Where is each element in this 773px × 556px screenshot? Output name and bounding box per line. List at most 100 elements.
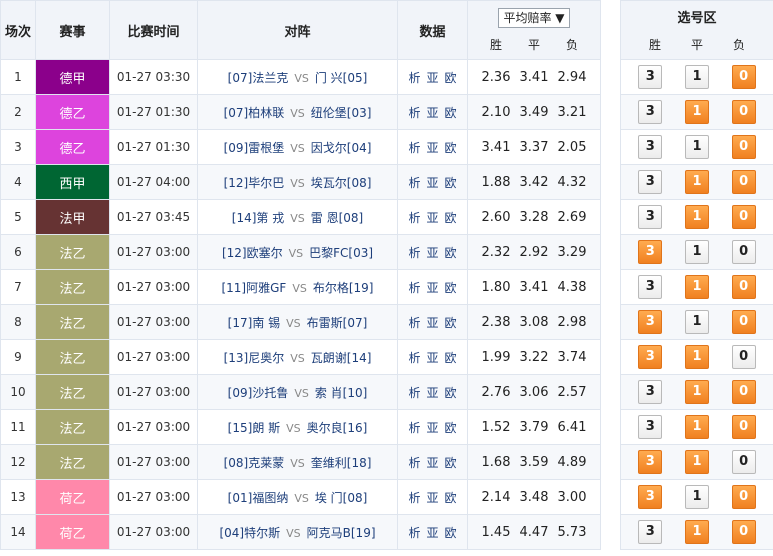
- home-team[interactable]: 阿雅GF: [246, 281, 286, 295]
- select-draw-button[interactable]: 1: [684, 450, 709, 474]
- away-team[interactable]: 阿克马B: [307, 526, 351, 540]
- select-win-button[interactable]: 3: [638, 450, 663, 474]
- select-win-button[interactable]: 3: [638, 100, 663, 124]
- home-team[interactable]: 第 戎: [256, 211, 284, 225]
- select-lose-button[interactable]: 0: [731, 450, 756, 474]
- select-draw-button[interactable]: 1: [684, 240, 709, 264]
- select-win-button[interactable]: 3: [638, 520, 663, 544]
- select-lose-button[interactable]: 0: [731, 100, 756, 124]
- analysis-link[interactable]: 析: [408, 351, 420, 365]
- home-team[interactable]: 朗 斯: [252, 421, 280, 435]
- away-team[interactable]: 雷 恩: [311, 211, 339, 225]
- select-lose-button[interactable]: 0: [731, 135, 756, 159]
- asian-odds-link[interactable]: 亚: [426, 316, 438, 330]
- select-lose-button[interactable]: 0: [731, 310, 756, 334]
- analysis-link[interactable]: 析: [408, 176, 420, 190]
- select-lose-button[interactable]: 0: [731, 205, 756, 229]
- home-team[interactable]: 福图纳: [252, 491, 288, 505]
- select-draw-button[interactable]: 1: [684, 310, 709, 334]
- asian-odds-link[interactable]: 亚: [426, 386, 438, 400]
- euro-odds-link[interactable]: 欧: [445, 456, 457, 470]
- euro-odds-link[interactable]: 欧: [445, 246, 457, 260]
- select-draw-button[interactable]: 1: [684, 485, 709, 509]
- select-lose-button[interactable]: 0: [731, 520, 756, 544]
- analysis-link[interactable]: 析: [408, 281, 420, 295]
- away-team[interactable]: 巴黎FC: [309, 246, 348, 260]
- select-win-button[interactable]: 3: [638, 65, 663, 89]
- select-lose-button[interactable]: 0: [731, 485, 756, 509]
- euro-odds-link[interactable]: 欧: [445, 316, 457, 330]
- select-lose-button[interactable]: 0: [731, 65, 756, 89]
- select-win-button[interactable]: 3: [638, 485, 663, 509]
- select-draw-button[interactable]: 1: [684, 275, 709, 299]
- home-team[interactable]: 柏林联: [248, 106, 284, 120]
- analysis-link[interactable]: 析: [408, 211, 420, 225]
- euro-odds-link[interactable]: 欧: [445, 71, 457, 85]
- analysis-link[interactable]: 析: [408, 386, 420, 400]
- asian-odds-link[interactable]: 亚: [426, 421, 438, 435]
- odds-type-select[interactable]: 平均赔率 ▼: [498, 7, 570, 28]
- asian-odds-link[interactable]: 亚: [426, 71, 438, 85]
- away-team[interactable]: 布尔格: [313, 281, 349, 295]
- home-team[interactable]: 雷根堡: [248, 141, 284, 155]
- away-team[interactable]: 奎维利: [311, 456, 347, 470]
- away-team[interactable]: 门 兴: [315, 71, 343, 85]
- euro-odds-link[interactable]: 欧: [445, 386, 457, 400]
- euro-odds-link[interactable]: 欧: [445, 526, 457, 540]
- home-team[interactable]: 克莱蒙: [248, 456, 284, 470]
- select-win-button[interactable]: 3: [638, 240, 663, 264]
- select-win-button[interactable]: 3: [638, 275, 663, 299]
- away-team[interactable]: 因戈尔: [311, 141, 347, 155]
- away-team[interactable]: 奥尔良: [307, 421, 343, 435]
- home-team[interactable]: 欧塞尔: [247, 246, 283, 260]
- asian-odds-link[interactable]: 亚: [426, 211, 438, 225]
- select-win-button[interactable]: 3: [638, 380, 663, 404]
- euro-odds-link[interactable]: 欧: [445, 351, 457, 365]
- euro-odds-link[interactable]: 欧: [445, 141, 457, 155]
- analysis-link[interactable]: 析: [408, 106, 420, 120]
- asian-odds-link[interactable]: 亚: [426, 491, 438, 505]
- select-lose-button[interactable]: 0: [731, 380, 756, 404]
- select-lose-button[interactable]: 0: [731, 275, 756, 299]
- select-win-button[interactable]: 3: [638, 205, 663, 229]
- analysis-link[interactable]: 析: [408, 316, 420, 330]
- home-team[interactable]: 法兰克: [252, 71, 288, 85]
- away-team[interactable]: 埃瓦尔: [311, 176, 347, 190]
- away-team[interactable]: 瓦朗谢: [311, 351, 347, 365]
- select-draw-button[interactable]: 1: [684, 135, 709, 159]
- home-team[interactable]: 毕尔巴: [248, 176, 284, 190]
- select-win-button[interactable]: 3: [638, 170, 663, 194]
- analysis-link[interactable]: 析: [408, 71, 420, 85]
- euro-odds-link[interactable]: 欧: [445, 281, 457, 295]
- select-lose-button[interactable]: 0: [731, 240, 756, 264]
- select-draw-button[interactable]: 1: [684, 170, 709, 194]
- away-team[interactable]: 埃 门: [315, 491, 343, 505]
- select-draw-button[interactable]: 1: [684, 205, 709, 229]
- asian-odds-link[interactable]: 亚: [426, 456, 438, 470]
- analysis-link[interactable]: 析: [408, 141, 420, 155]
- select-draw-button[interactable]: 1: [684, 520, 709, 544]
- analysis-link[interactable]: 析: [408, 526, 420, 540]
- select-lose-button[interactable]: 0: [731, 170, 756, 194]
- select-win-button[interactable]: 3: [638, 310, 663, 334]
- analysis-link[interactable]: 析: [408, 246, 420, 260]
- away-team[interactable]: 索 肖: [315, 386, 343, 400]
- away-team[interactable]: 纽伦堡: [311, 106, 347, 120]
- select-draw-button[interactable]: 1: [684, 65, 709, 89]
- home-team[interactable]: 沙托鲁: [252, 386, 288, 400]
- select-draw-button[interactable]: 1: [684, 100, 709, 124]
- asian-odds-link[interactable]: 亚: [426, 106, 438, 120]
- asian-odds-link[interactable]: 亚: [426, 351, 438, 365]
- home-team[interactable]: 尼奥尔: [248, 351, 284, 365]
- select-win-button[interactable]: 3: [638, 345, 663, 369]
- select-draw-button[interactable]: 1: [684, 415, 709, 439]
- home-team[interactable]: 特尔斯: [244, 526, 280, 540]
- asian-odds-link[interactable]: 亚: [426, 246, 438, 260]
- select-lose-button[interactable]: 0: [731, 345, 756, 369]
- select-win-button[interactable]: 3: [638, 415, 663, 439]
- home-team[interactable]: 南 锡: [252, 316, 280, 330]
- away-team[interactable]: 布雷斯: [307, 316, 343, 330]
- select-draw-button[interactable]: 1: [684, 380, 709, 404]
- select-win-button[interactable]: 3: [638, 135, 663, 159]
- asian-odds-link[interactable]: 亚: [426, 281, 438, 295]
